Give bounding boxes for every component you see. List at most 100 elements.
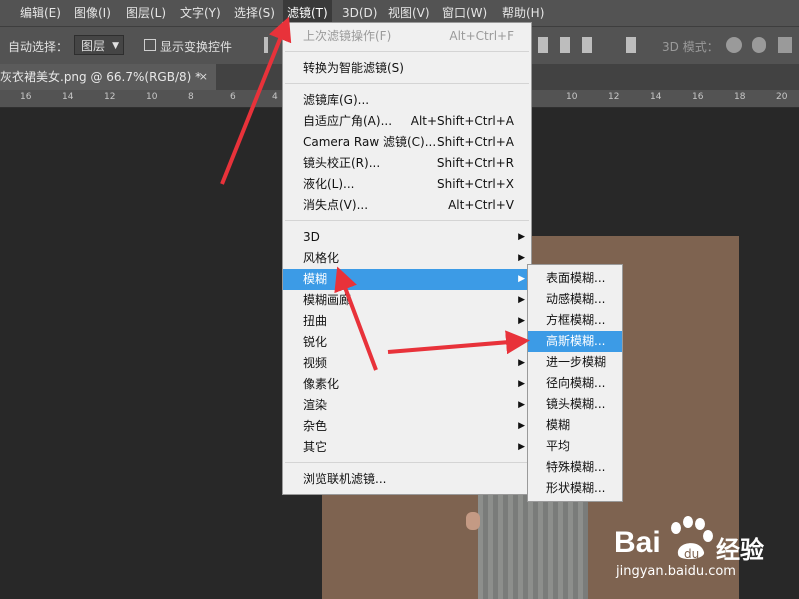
chevron-right-icon: ▶	[518, 253, 525, 263]
menu-item-noise[interactable]: 杂色 ▶	[283, 416, 531, 437]
menu-type[interactable]: 文字(Y)	[180, 0, 221, 26]
align-top-icon[interactable]	[264, 37, 268, 53]
auto-align-icon[interactable]	[626, 37, 636, 53]
menu-item-adaptive-wide-angle[interactable]: 自适应广角(A)... Alt+Shift+Ctrl+A	[283, 111, 531, 132]
menu-item-video[interactable]: 视频 ▶	[283, 353, 531, 374]
menu-select[interactable]: 选择(S)	[234, 0, 275, 26]
submenu-item-blur[interactable]: 模糊	[528, 415, 622, 436]
chevron-down-icon: ▼	[112, 41, 119, 51]
submenu-item-average[interactable]: 平均	[528, 436, 622, 457]
menu-item-label: 滤镜库(G)...	[303, 93, 370, 107]
close-icon[interactable]: ×	[199, 64, 208, 90]
submenu-item-shape-blur[interactable]: 形状模糊...	[528, 478, 622, 499]
menu-item-label: 消失点(V)...	[303, 198, 369, 212]
menu-item-other[interactable]: 其它 ▶	[283, 437, 531, 458]
paw-icon: du	[671, 516, 713, 561]
menu-separator	[285, 220, 529, 221]
chevron-right-icon: ▶	[518, 358, 525, 368]
auto-select-label: 自动选择：	[8, 40, 69, 54]
menu-item-pixelate[interactable]: 像素化 ▶	[283, 374, 531, 395]
menu-image[interactable]: 图像(I)	[74, 0, 111, 26]
menu-item-blur[interactable]: 模糊 ▶	[283, 269, 531, 290]
watermark-brand-suffix: 经验	[716, 536, 764, 564]
menu-item-label: Camera Raw 滤镜(C)...	[303, 135, 437, 149]
distribute-bottom-icon[interactable]	[582, 37, 592, 53]
menu-item-label: 其它	[303, 440, 328, 454]
submenu-item-lens-blur[interactable]: 镜头模糊...	[528, 394, 622, 415]
ruler-label: 16	[20, 92, 32, 102]
menu-item-3d[interactable]: 3D ▶	[283, 227, 531, 248]
menu-item-label: 上次滤镜操作(F)	[303, 29, 392, 43]
menu-item-label: 渲染	[303, 398, 328, 412]
submenu-item-label: 形状模糊...	[546, 481, 606, 495]
menu-item-label: 3D	[303, 230, 320, 244]
distribute-center-icon[interactable]	[560, 37, 570, 53]
submenu-item-label: 高斯模糊...	[546, 334, 606, 348]
menu-item-stylize[interactable]: 风格化 ▶	[283, 248, 531, 269]
3d-roll-icon[interactable]	[752, 37, 766, 53]
blur-submenu: 表面模糊... 动感模糊... 方框模糊... 高斯模糊... 进一步模糊 径向…	[527, 264, 623, 502]
menu-separator	[285, 462, 529, 463]
chevron-right-icon: ▶	[518, 232, 525, 242]
menu-item-shortcut: Alt+Shift+Ctrl+A	[410, 114, 514, 128]
ruler-label: 8	[188, 92, 194, 102]
chevron-right-icon: ▶	[518, 316, 525, 326]
auto-select-dropdown[interactable]: 图层 ▼	[74, 35, 124, 55]
hand-figure	[466, 512, 480, 530]
submenu-item-label: 平均	[546, 439, 571, 453]
submenu-item-label: 动感模糊...	[546, 292, 606, 306]
menu-item-lens-correction[interactable]: 镜头校正(R)... Shift+Ctrl+R	[283, 153, 531, 174]
menu-item-label: 像素化	[303, 377, 340, 391]
menu-item-browse-online[interactable]: 浏览联机滤镜...	[283, 469, 531, 490]
menu-item-label: 风格化	[303, 251, 340, 265]
menu-item-smart-filter[interactable]: 转换为智能滤镜(S)	[283, 58, 531, 79]
menu-item-blur-gallery[interactable]: 模糊画廊 ▶	[283, 290, 531, 311]
menu-item-camera-raw[interactable]: Camera Raw 滤镜(C)... Shift+Ctrl+A	[283, 132, 531, 153]
menu-item-label: 镜头校正(R)...	[303, 156, 381, 170]
menu-edit[interactable]: 编辑(E)	[20, 0, 61, 26]
menu-item-shortcut: Alt+Ctrl+V	[448, 198, 514, 212]
submenu-item-blur-more[interactable]: 进一步模糊	[528, 352, 622, 373]
menu-item-shortcut: Shift+Ctrl+A	[437, 135, 514, 149]
menu-item-distort[interactable]: 扭曲 ▶	[283, 311, 531, 332]
ruler-label: 14	[650, 92, 662, 102]
chevron-right-icon: ▶	[518, 274, 525, 284]
show-transform-checkbox[interactable]	[144, 39, 156, 51]
menu-item-label: 锐化	[303, 335, 328, 349]
auto-select-value: 图层	[81, 39, 106, 53]
menu-item-filter-gallery[interactable]: 滤镜库(G)...	[283, 90, 531, 111]
menu-item-sharpen[interactable]: 锐化 ▶	[283, 332, 531, 353]
submenu-item-smart-blur[interactable]: 特殊模糊...	[528, 457, 622, 478]
menu-separator	[285, 51, 529, 52]
chevron-right-icon: ▶	[518, 400, 525, 410]
submenu-item-box-blur[interactable]: 方框模糊...	[528, 310, 622, 331]
ruler-label: 6	[230, 92, 236, 102]
submenu-item-label: 径向模糊...	[546, 376, 606, 390]
distribute-icon[interactable]	[538, 37, 548, 53]
3d-pan-icon[interactable]	[778, 37, 792, 53]
menu-item-label: 转换为智能滤镜(S)	[303, 61, 404, 75]
submenu-item-gaussian-blur[interactable]: 高斯模糊...	[528, 331, 622, 352]
svg-text:du: du	[684, 547, 699, 561]
3d-orbit-icon[interactable]	[726, 37, 742, 53]
submenu-item-radial-blur[interactable]: 径向模糊...	[528, 373, 622, 394]
chevron-right-icon: ▶	[518, 421, 525, 431]
chevron-right-icon: ▶	[518, 379, 525, 389]
submenu-item-surface-blur[interactable]: 表面模糊...	[528, 268, 622, 289]
menu-item-label: 扭曲	[303, 314, 328, 328]
submenu-item-label: 特殊模糊...	[546, 460, 606, 474]
menu-item-label: 浏览联机滤镜...	[303, 472, 387, 486]
menu-item-label: 自适应广角(A)...	[303, 114, 393, 128]
menu-item-label: 模糊画廊	[303, 293, 352, 307]
menu-item-shortcut: Shift+Ctrl+X	[437, 177, 514, 191]
menu-item-render[interactable]: 渲染 ▶	[283, 395, 531, 416]
ruler-label: 10	[566, 92, 578, 102]
submenu-item-label: 进一步模糊	[546, 355, 607, 369]
watermark-brand: Bai	[614, 526, 661, 559]
menu-item-liquify[interactable]: 液化(L)... Shift+Ctrl+X	[283, 174, 531, 195]
chevron-right-icon: ▶	[518, 337, 525, 347]
submenu-item-motion-blur[interactable]: 动感模糊...	[528, 289, 622, 310]
document-tab[interactable]: 灰衣裙美女.png @ 66.7%(RGB/8) * ×	[0, 64, 216, 90]
menu-layer[interactable]: 图层(L)	[126, 0, 166, 26]
menu-item-vanishing-point[interactable]: 消失点(V)... Alt+Ctrl+V	[283, 195, 531, 216]
